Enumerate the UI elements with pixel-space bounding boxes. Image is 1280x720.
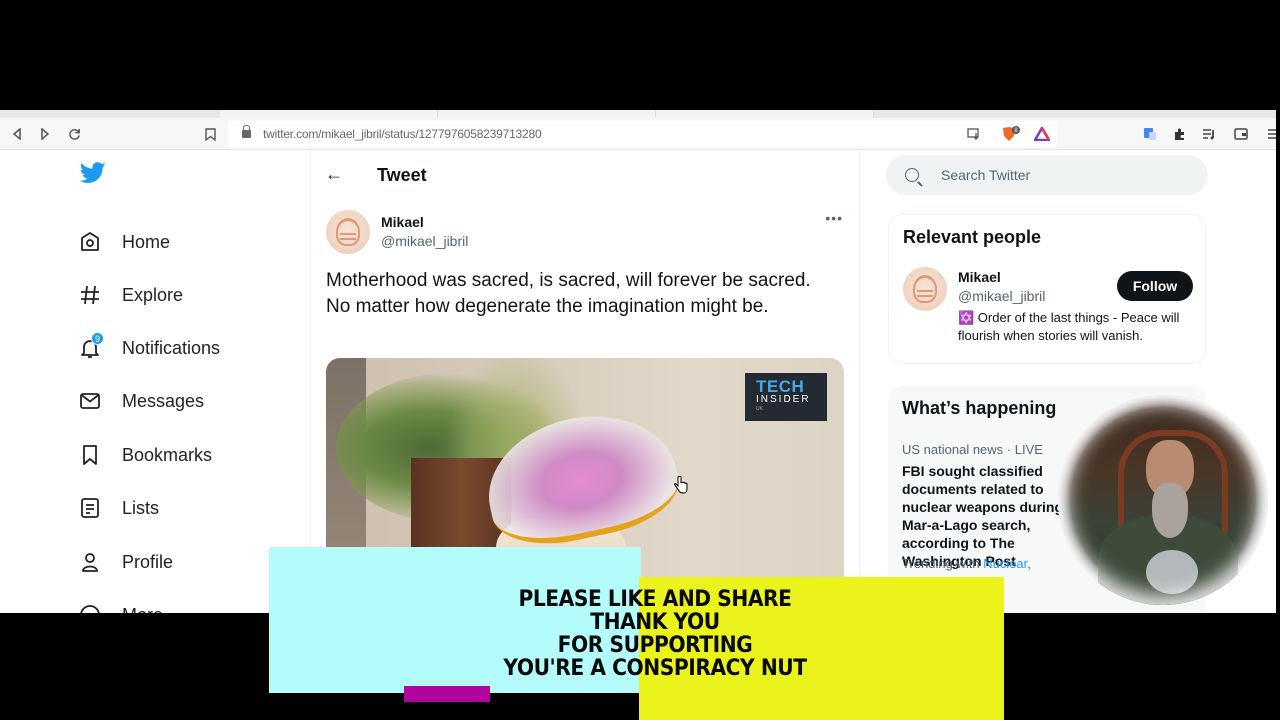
brave-shields-icon[interactable]: 8 (1000, 123, 1022, 145)
nav-home[interactable]: Home (76, 224, 170, 260)
bell-icon: 9 (76, 332, 104, 362)
calligraphy-logo-icon (336, 218, 360, 246)
nav-label: Notifications (122, 337, 221, 358)
trend-link[interactable]: Nuclear (983, 556, 1027, 571)
browser-tab[interactable] (438, 110, 656, 118)
bookmark-icon (76, 441, 104, 469)
address-bar[interactable]: twitter.com/mikael_jibril/status/1277976… (228, 121, 1058, 147)
menu-icon[interactable] (1262, 123, 1276, 145)
hashtag-icon (76, 281, 104, 309)
video-frame: twitter.com/mikael_jibril/status/1277976… (0, 0, 1280, 720)
author-handle[interactable]: @mikael_jibril (381, 233, 468, 249)
tweet-column: ← Tweet Mikael @mikael_jibril ••• Mother… (310, 150, 860, 613)
nav-notifications[interactable]: 9 Notifications (76, 330, 220, 366)
calligraphy-logo-icon (913, 275, 937, 303)
nav-label: Explore (122, 284, 184, 305)
search-icon (905, 168, 919, 182)
lock-icon (242, 125, 251, 138)
back-icon[interactable] (6, 123, 28, 145)
nav-label: Home (122, 231, 171, 252)
browser-tab[interactable] (656, 110, 874, 118)
envelope-icon (76, 387, 104, 415)
trend-context: Trending with Nuclear, (902, 556, 1031, 571)
notification-badge: 9 (91, 332, 104, 345)
user-bio: ✡️ Order of the last things - Peace will… (958, 310, 1180, 343)
trend-headline[interactable]: FBI sought classified documents related … (902, 462, 1082, 570)
magenta-accent-bar (404, 686, 490, 702)
tech-insider-watermark: TECH INSIDER UK (745, 373, 827, 421)
wallet-icon[interactable] (1230, 123, 1252, 145)
back-arrow-icon[interactable]: ← (325, 164, 343, 185)
hand-cursor-icon (674, 476, 688, 494)
search-placeholder: Search Twitter (941, 167, 1031, 183)
extensions-icon[interactable] (1169, 123, 1191, 145)
nav-messages[interactable]: Messages (76, 383, 204, 419)
home-icon (76, 228, 104, 256)
trend-meta: US national news · LIVE (902, 442, 1043, 457)
translate-icon[interactable] (1139, 123, 1161, 145)
browser-tab[interactable] (220, 110, 438, 118)
nav-bookmarks[interactable]: Bookmarks (76, 437, 212, 473)
person-icon (76, 548, 104, 576)
more-circle-icon (76, 601, 104, 613)
user-name[interactable]: Mikael (958, 269, 1001, 285)
nav-label: Bookmarks (122, 444, 213, 465)
forward-icon[interactable] (34, 123, 56, 145)
nav-profile[interactable]: Profile (76, 544, 173, 580)
call-to-action-banner: PLEASE LIKE AND SHARE THANK YOU FOR SUPP… (503, 587, 807, 681)
nav-explore[interactable]: Explore (76, 277, 183, 313)
relevant-people-panel: Relevant people Mikael @mikael_jibril ✡️… (888, 214, 1206, 364)
nav-label: Messages (122, 390, 205, 411)
nav-lists[interactable]: Lists (76, 490, 159, 526)
panel-title: Relevant people (903, 227, 1042, 247)
browser-toolbar: twitter.com/mikael_jibril/status/1277976… (0, 118, 1276, 150)
more-options-icon[interactable]: ••• (825, 210, 843, 226)
list-icon (76, 494, 104, 522)
avatar[interactable] (326, 210, 370, 254)
nav-label: Lists (122, 497, 160, 518)
page-title: Tweet (377, 165, 427, 185)
user-handle[interactable]: @mikael_jibril (958, 288, 1045, 304)
install-app-icon[interactable] (963, 123, 985, 145)
url-text: twitter.com/mikael_jibril/status/1277976… (263, 127, 542, 141)
playlist-icon[interactable] (1198, 123, 1220, 145)
follow-button[interactable]: Follow (1117, 271, 1193, 301)
twitter-bird-icon[interactable] (79, 162, 106, 186)
nav-more[interactable]: More (76, 597, 163, 613)
webcam-overlay (1058, 395, 1268, 605)
panel-title: What’s happening (902, 398, 1057, 418)
author-name[interactable]: Mikael (381, 214, 424, 230)
reload-icon[interactable] (63, 123, 85, 145)
brave-rewards-icon[interactable] (1031, 123, 1053, 145)
avatar[interactable] (903, 267, 947, 311)
search-input[interactable]: Search Twitter (886, 155, 1208, 195)
nav-label: Profile (122, 551, 174, 572)
tab-strip (0, 110, 1276, 118)
tweet-text: Motherhood was sacred, is sacred, will f… (326, 270, 811, 317)
bookmark-icon[interactable] (199, 123, 221, 145)
nav-label: More (122, 605, 163, 614)
